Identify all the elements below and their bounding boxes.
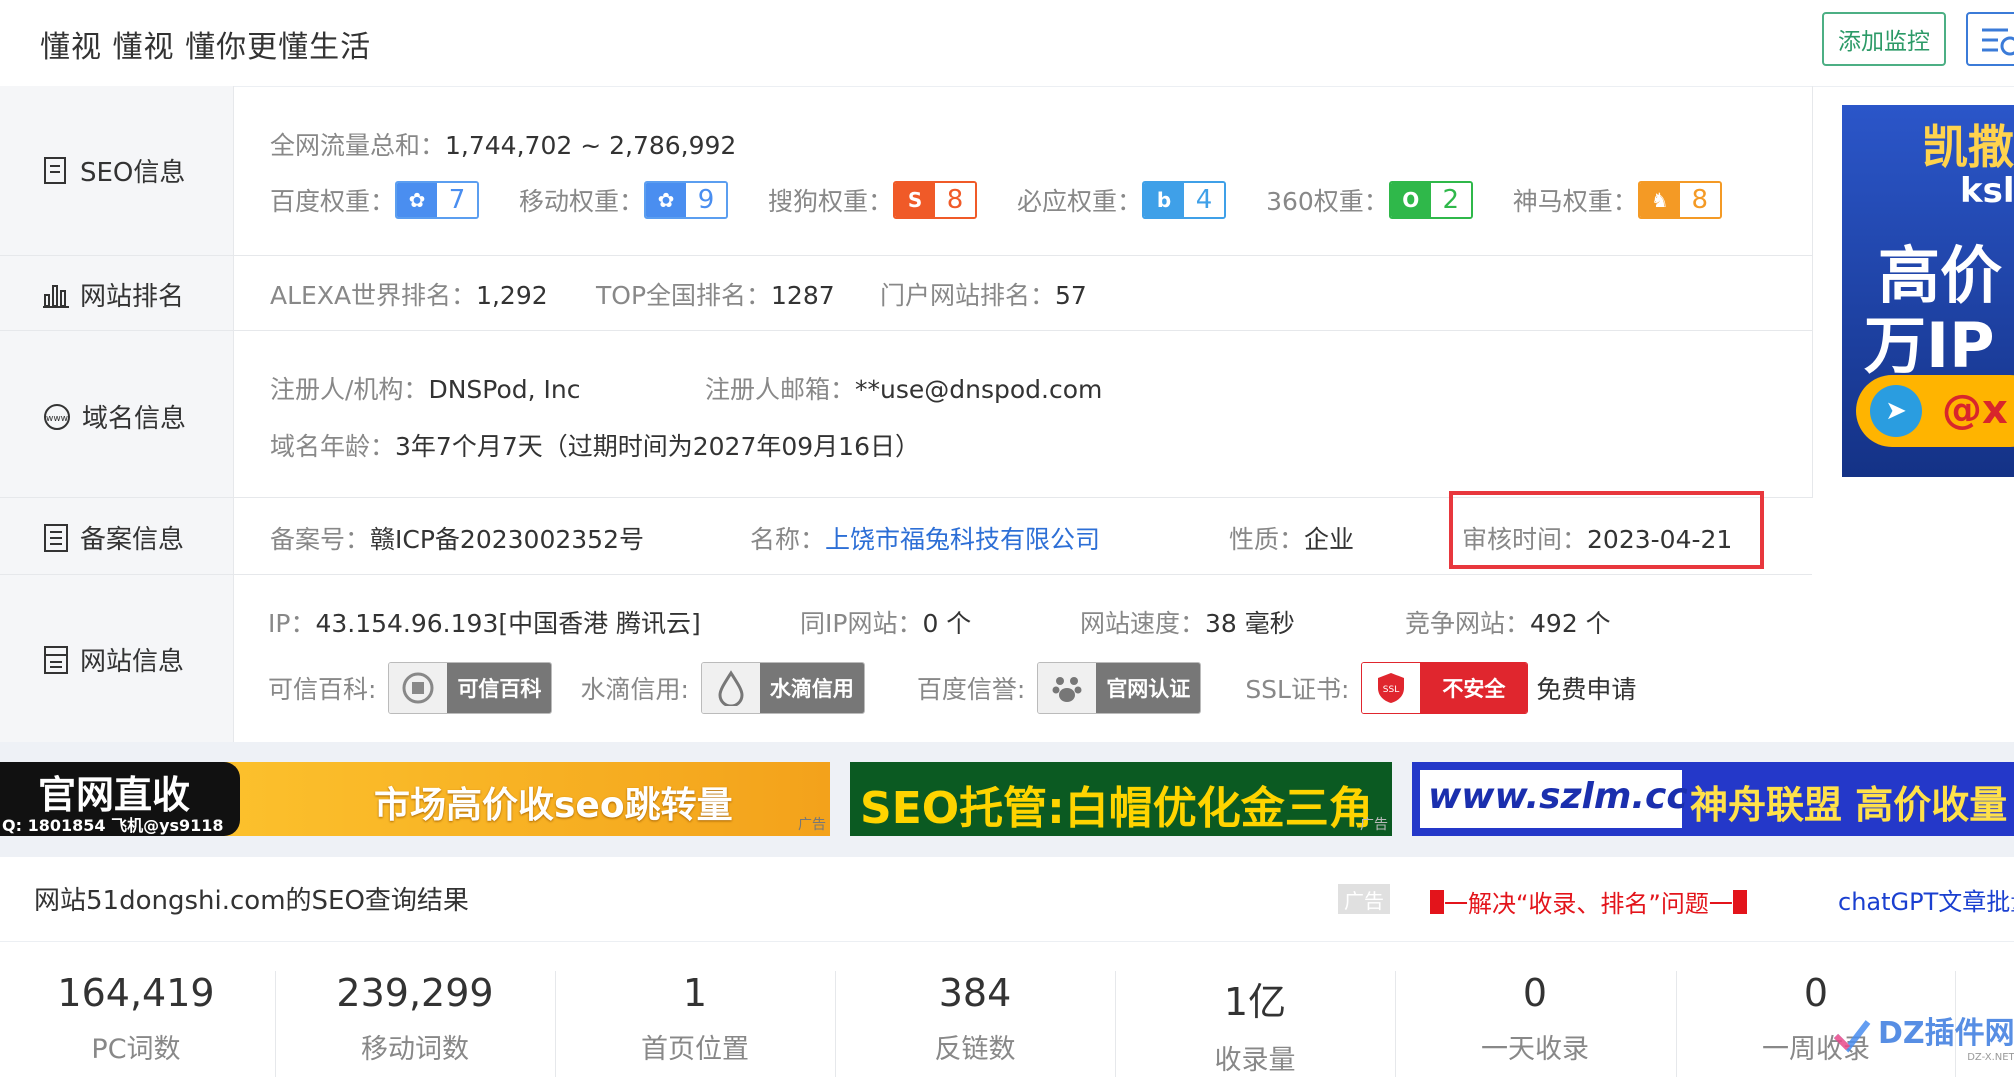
bing-weight-badge[interactable]: b 4 (1142, 181, 1227, 219)
list-box-icon (44, 645, 68, 674)
mobile-weight-badge[interactable]: ✿ 9 (644, 181, 729, 219)
document-icon (44, 156, 66, 184)
svg-text:SSL: SSL (1383, 685, 1399, 695)
baidu-credit-badge[interactable]: 官网认证 (1037, 662, 1202, 714)
ranking-label: 网站排名 (42, 276, 184, 313)
ad-tag: 广告 (1338, 884, 1390, 914)
sogou-s-icon: S (895, 183, 936, 217)
ssl-badge[interactable]: SSL 不安全 (1361, 662, 1529, 714)
site-info-label: 网站信息 (42, 641, 184, 678)
result-title: 网站51dongshi.com的SEO查询结果 (34, 886, 469, 916)
traffic-total: 全网流量总和：1,744,702 ~ 2,786,992 (270, 131, 737, 160)
ad-divider (1812, 86, 1813, 498)
company-link[interactable]: 上饶市福兔科技有限公司 (825, 525, 1100, 554)
registrant-email: 注册人邮箱：**use@dnspod.com (705, 375, 1103, 404)
site-ip: IP：43.154.96.193[中国香港 腾讯云] (268, 609, 701, 638)
seo-info-label: SEO信息 (42, 152, 185, 189)
360-weight-badge[interactable]: O 2 (1388, 181, 1473, 219)
baidu-paw-icon (1038, 663, 1097, 713)
stat-backlinks[interactable]: 384 反链数 (835, 941, 1115, 1077)
site-speed: 网站速度：38 毫秒 (1080, 609, 1295, 638)
sogou-weight-badge[interactable]: S 8 (893, 181, 978, 219)
shuidi-badge[interactable]: 水滴信用 (700, 662, 865, 714)
water-drop-icon (701, 663, 760, 713)
competitor-sites: 竞争网站：492 个 (1405, 609, 1611, 638)
ad-link-chatgpt[interactable]: chatGPT文章批量 (1838, 882, 2014, 917)
portal-rank: 门户网站排名：57 (880, 281, 1087, 310)
stat-pc-keywords[interactable]: 164,419 PC词数 (0, 941, 276, 1077)
domain-info-label: www 域名信息 (42, 398, 186, 435)
icp-info-label: 备案信息 (42, 519, 184, 556)
stat-indexed-day[interactable]: 0 一天收录 (1395, 941, 1675, 1077)
domain-age: 域名年龄：3年7个月7天（过期时间为2027年09月16日） (270, 432, 920, 461)
ad-banner-seo-hosting[interactable]: SEO托管:白帽优化金三角 广告 (850, 762, 1392, 836)
row-divider (0, 330, 1812, 331)
ad-banner-seo-redirect[interactable]: 官网直收 Q: 1801854 飞机@ys9118 市场高价收seo跳转量 广告 (0, 762, 830, 836)
watermark: DZ插件网 DZ-X.NET (1832, 1008, 2014, 1063)
kexin-badge[interactable]: 可信百科 (388, 662, 553, 714)
record-icon (44, 523, 68, 552)
baidu-weight-badge[interactable]: ✿ 7 (395, 181, 480, 219)
right-ad-banner[interactable]: 凯撒 ksl 高价 万IP ➤ @x (1842, 105, 2014, 477)
credit-badges: 可信百科: 可信百科 水滴信用: 水滴信用 百度信誉: 官网认证 SSL证书: … (268, 662, 1636, 714)
baidu-paw-icon: ✿ (397, 183, 438, 217)
icp-type: 性质：企业 (1229, 525, 1355, 554)
mobile-paw-icon: ✿ (646, 183, 687, 217)
highlight-box (1449, 491, 1764, 569)
check-logo-icon (1833, 1019, 1871, 1053)
stat-homepage-position[interactable]: 1 首页位置 (555, 941, 835, 1077)
ad-banner-szlm[interactable]: www.szlm.cc 神舟联盟 高价收量 (1412, 762, 2014, 836)
top-rank: TOP全国排名：1287 (596, 281, 835, 310)
www-globe-icon: www (44, 403, 70, 430)
same-ip-sites: 同IP网站：0 个 (800, 609, 972, 638)
row-divider (0, 574, 1812, 575)
360-circle-icon: O (1390, 183, 1431, 217)
stat-indexed[interactable]: 1亿 收录量 (1115, 941, 1395, 1077)
icp-name: 名称：上饶市福兔科技有限公司 (750, 525, 1101, 554)
weight-list: 百度权重： ✿ 7 移动权重： ✿ 9 搜狗权重： S 8 必应权重： b 4 … (270, 181, 1722, 219)
icp-number: 备案号：赣ICP备2023002352号 (270, 525, 644, 554)
bing-b-icon: b (1144, 183, 1185, 217)
ad-link-indexing[interactable]: 一解决“收录、排名”问题一 (1430, 884, 1747, 919)
add-monitor-button[interactable]: 添加监控 (1822, 12, 1946, 66)
site-title: 懂视 懂视 懂你更懂生活 (40, 30, 372, 65)
bar-chart-icon (43, 284, 69, 308)
shenma-weight-badge[interactable]: ♞ 8 (1637, 181, 1722, 219)
stats-row: 164,419 PC词数 239,299 移动词数 1 首页位置 384 反链数… (0, 941, 2014, 1077)
list-icon (1982, 28, 2014, 56)
telegram-icon: ➤ (1870, 385, 1922, 437)
registrant: 注册人/机构：DNSPod, Inc (270, 375, 581, 404)
shenma-horse-icon: ♞ (1639, 183, 1680, 217)
svg-text:www: www (46, 414, 68, 424)
alexa-rank: ALEXA世界排名：1,292 (270, 281, 548, 310)
ssl-shield-icon: SSL (1362, 663, 1421, 713)
kexin-seal-icon (389, 663, 448, 713)
row-divider (0, 255, 1812, 256)
ssl-apply-link[interactable]: 免费申请 (1536, 670, 1636, 706)
menu-button[interactable] (1966, 12, 2014, 66)
stat-mobile-keywords[interactable]: 239,299 移动词数 (275, 941, 555, 1077)
